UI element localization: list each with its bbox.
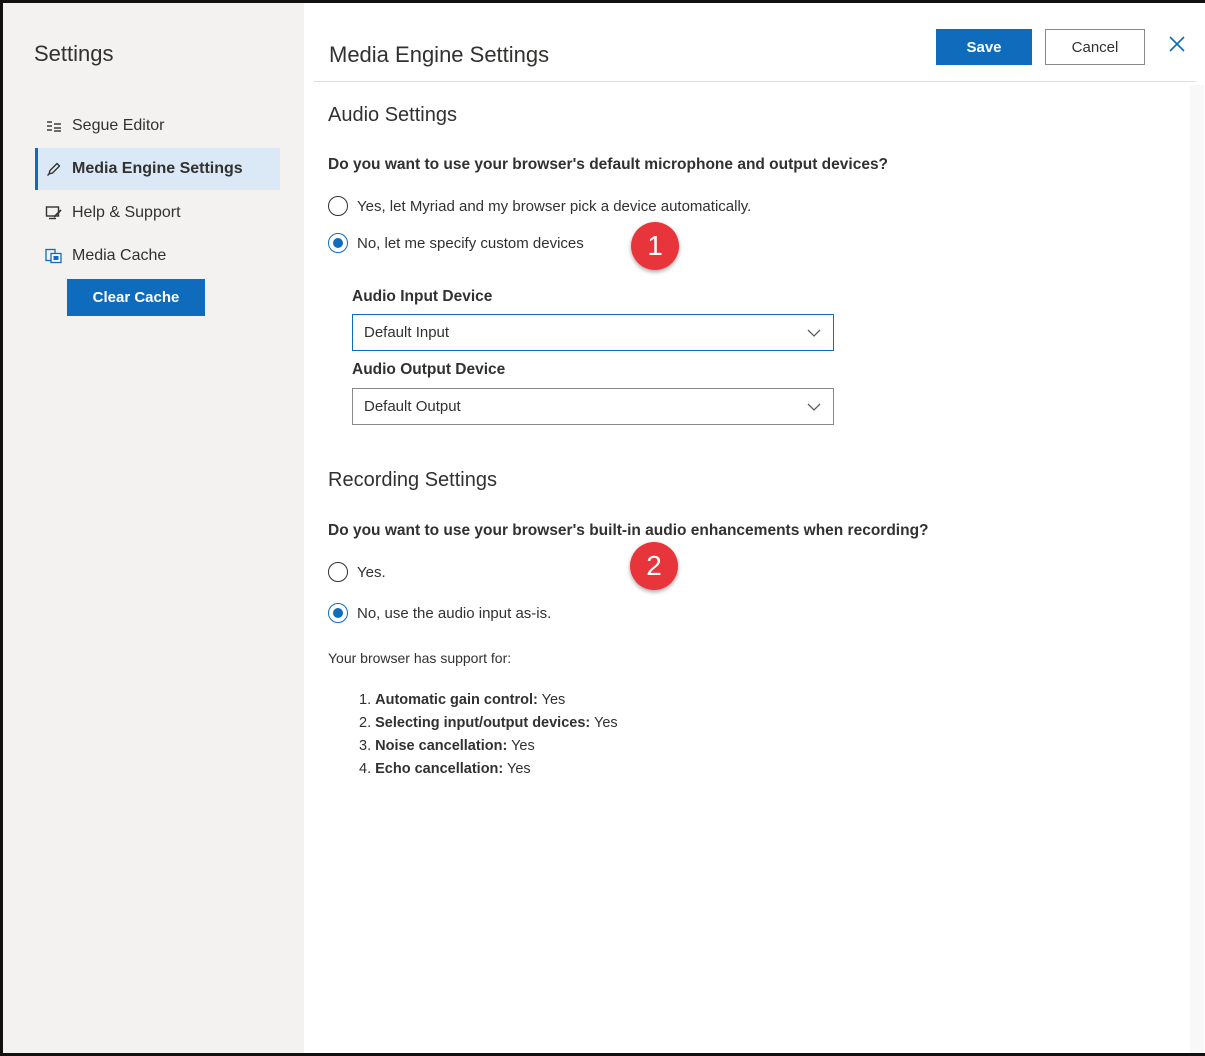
sidebar-item-segue-editor[interactable]: Segue Editor <box>35 105 280 147</box>
help-support-icon <box>45 204 63 222</box>
audio-output-label: Audio Output Device <box>352 361 506 378</box>
save-button[interactable]: Save <box>936 29 1032 65</box>
media-cache-icon <box>45 247 63 265</box>
sidebar-item-label: Segue Editor <box>72 117 165 134</box>
support-list: 1. Automatic gain control: Yes 2. Select… <box>359 689 618 781</box>
sidebar-item-label: Media Cache <box>72 247 167 264</box>
page-title: Media Engine Settings <box>329 42 550 67</box>
sidebar-item-label: Help & Support <box>72 204 181 221</box>
settings-sidebar: Settings Segue Editor Media Engine Setti… <box>3 3 304 1053</box>
chevron-down-icon <box>807 400 821 414</box>
list-item: 4. Echo cancellation: Yes <box>359 761 531 777</box>
audio-input-dropdown[interactable]: Default Input <box>352 314 834 351</box>
radio-button[interactable] <box>328 233 348 253</box>
radio-enhancements-no[interactable]: No, use the audio input as-is. <box>328 603 551 623</box>
list-item: 3. Noise cancellation: Yes <box>359 738 535 754</box>
audio-output-dropdown[interactable]: Default Output <box>352 388 834 425</box>
radio-button[interactable] <box>328 562 348 582</box>
header-divider <box>314 81 1195 82</box>
list-item: 2. Selecting input/output devices: Yes <box>359 715 618 731</box>
radio-button[interactable] <box>328 603 348 623</box>
annotation-badge-2: 2 <box>630 542 678 590</box>
radio-button[interactable] <box>328 196 348 216</box>
segue-editor-icon <box>45 117 63 135</box>
cancel-button[interactable]: Cancel <box>1045 29 1145 65</box>
support-intro: Your browser has support for: <box>328 650 512 666</box>
clear-cache-button[interactable]: Clear Cache <box>67 279 205 316</box>
audio-settings-heading: Audio Settings <box>328 104 457 126</box>
audio-device-question: Do you want to use your browser's defaul… <box>328 156 889 173</box>
sidebar-item-label: Media Engine Settings <box>72 160 243 177</box>
chevron-down-icon <box>807 326 821 340</box>
sidebar-item-media-cache[interactable]: Media Cache <box>35 235 280 277</box>
radio-label: Yes, let Myriad and my browser pick a de… <box>357 197 752 215</box>
recording-enhancements-question: Do you want to use your browser's built-… <box>328 522 929 539</box>
sidebar-title: Settings <box>34 41 114 66</box>
radio-auto-device[interactable]: Yes, let Myriad and my browser pick a de… <box>328 196 751 216</box>
radio-label: Yes. <box>357 563 386 581</box>
radio-label: No, use the audio input as-is. <box>357 604 552 622</box>
radio-custom-devices[interactable]: No, let me specify custom devices <box>328 233 584 253</box>
dropdown-value: Default Output <box>364 398 461 415</box>
audio-input-label: Audio Input Device <box>352 288 493 305</box>
scrollbar[interactable] <box>1190 85 1204 1053</box>
pen-icon <box>45 160 63 178</box>
close-icon[interactable] <box>1166 33 1188 55</box>
annotation-badge-1: 1 <box>631 222 679 270</box>
recording-settings-heading: Recording Settings <box>328 469 497 491</box>
list-item: 1. Automatic gain control: Yes <box>359 692 566 708</box>
sidebar-item-media-engine-settings[interactable]: Media Engine Settings <box>35 148 280 190</box>
sidebar-item-help-support[interactable]: Help & Support <box>35 192 280 234</box>
radio-label: No, let me specify custom devices <box>357 234 584 252</box>
radio-enhancements-yes[interactable]: Yes. <box>328 562 386 582</box>
dropdown-value: Default Input <box>364 324 450 341</box>
main-panel: Media Engine Settings Save Cancel Audio … <box>304 3 1205 1053</box>
